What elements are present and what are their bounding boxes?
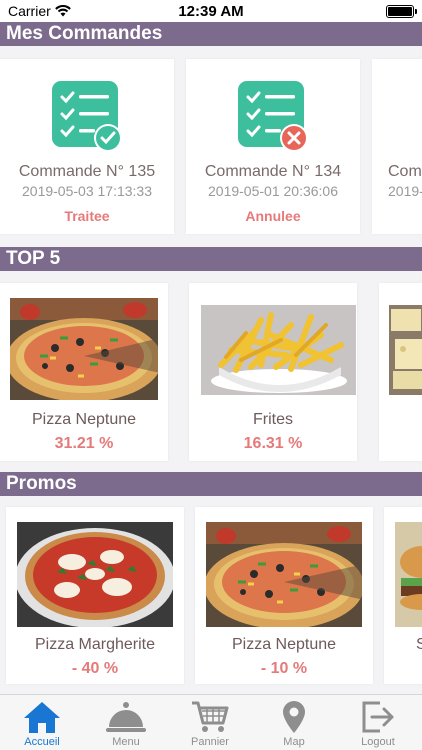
food-name: Pizza Neptune	[231, 636, 337, 653]
map-pin-icon	[283, 701, 305, 733]
food-percentage: 31.21 %	[54, 435, 114, 452]
order-card[interactable]: Commande N° 135 2019-05-03 17:13:33 Trai…	[0, 59, 174, 234]
tab-label: Map	[283, 736, 305, 748]
tab-accueil[interactable]: Accueil	[0, 695, 84, 750]
promo-discount: - 10 %	[260, 660, 308, 677]
promo-card[interactable]: S	[384, 507, 422, 684]
pizza-neptune-image	[206, 522, 362, 627]
section-header-top5: TOP 5	[0, 247, 422, 271]
top5-row[interactable]: Pizza Neptune 31.21 % Frites 16.31 %	[0, 271, 422, 471]
tab-label: Logout	[361, 736, 395, 748]
tab-bar: Accueil Menu Pannier Map Logout	[0, 694, 422, 750]
promo-card[interactable]: Pizza Margherite - 40 %	[6, 507, 184, 684]
tab-menu[interactable]: Menu	[84, 695, 168, 750]
order-title: Commande N° 134	[204, 163, 342, 180]
order-title: Commande N° 135	[18, 163, 156, 180]
tab-logout[interactable]: Logout	[336, 695, 420, 750]
checklist-cancel-icon	[238, 81, 308, 152]
orders-row[interactable]: Commande N° 135 2019-05-03 17:13:33 Trai…	[0, 46, 422, 246]
cart-icon	[192, 701, 229, 732]
logout-icon	[362, 701, 394, 733]
cloche-icon	[106, 702, 146, 732]
frites-image	[201, 305, 356, 395]
checklist-icon	[52, 81, 122, 152]
order-date: 2019-05-03 17:13:33	[22, 183, 152, 199]
home-icon	[24, 702, 60, 733]
food-name: S	[416, 636, 422, 653]
battery-icon	[386, 5, 417, 18]
food-name: Frites	[253, 411, 293, 428]
top5-card[interactable]: Frites 16.31 %	[189, 283, 357, 461]
order-date: 2019-0	[388, 183, 422, 199]
top5-card[interactable]	[379, 283, 422, 461]
cheese-image	[389, 305, 422, 395]
status-time: 12:39 AM	[178, 3, 244, 20]
pizza-margherite-image	[17, 522, 173, 627]
food-percentage: 16.31 %	[243, 435, 303, 452]
order-status: Annulee	[245, 208, 301, 224]
pizza-neptune-image	[10, 298, 158, 400]
tab-map[interactable]: Map	[252, 695, 336, 750]
top5-card[interactable]: Pizza Neptune 31.21 %	[0, 283, 168, 461]
order-card[interactable]: Commande N° 134 2019-05-01 20:36:06 Annu…	[186, 59, 360, 234]
burger-image	[395, 522, 422, 627]
section-header-orders: Mes Commandes	[0, 22, 422, 46]
tab-label: Pannier	[191, 736, 229, 748]
order-card[interactable]: Commande N° 1 2019-0	[372, 59, 422, 234]
status-bar: Carrier 12:39 AM	[0, 0, 422, 22]
tab-label: Accueil	[24, 736, 60, 748]
section-header-promos: Promos	[0, 472, 422, 496]
order-status: Traitee	[64, 208, 110, 224]
food-name: Pizza Margherite	[34, 636, 156, 653]
promo-discount: - 40 %	[71, 660, 119, 677]
tab-label: Menu	[112, 736, 140, 748]
food-name: Pizza Neptune	[31, 411, 137, 428]
tab-pannier[interactable]: Pannier	[168, 695, 252, 750]
promo-card[interactable]: Pizza Neptune - 10 %	[195, 507, 373, 684]
order-title: Commande N° 1	[388, 163, 422, 180]
order-date: 2019-05-01 20:36:06	[208, 183, 338, 199]
promos-row[interactable]: Pizza Margherite - 40 % Pizza Neptune - …	[0, 496, 422, 694]
